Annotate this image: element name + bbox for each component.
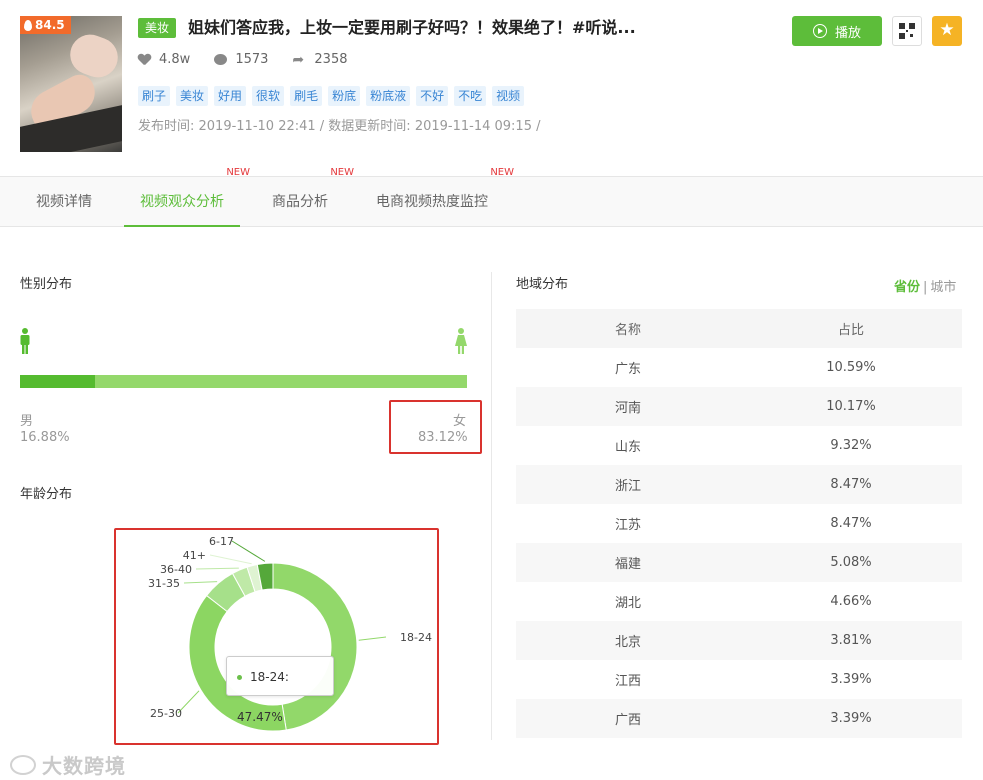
active-tab-indicator — [124, 225, 240, 227]
tag-item[interactable]: 粉底液 — [366, 86, 411, 106]
flame-icon — [24, 19, 32, 31]
table-row: 湖北 4.66% — [516, 582, 962, 621]
tab-video-detail[interactable]: 视频详情 — [36, 177, 92, 227]
video-thumbnail[interactable] — [20, 16, 122, 152]
video-meta: 发布时间: 2019-11-10 22:41 / 数据更新时间: 2019-11… — [138, 119, 541, 134]
region-name: 北京 — [516, 621, 740, 660]
column-header-name: 名称 — [516, 309, 740, 348]
gender-title: 性别分布 — [20, 277, 73, 292]
tag-list: 刷子 美妆 好用 很软 刷毛 粉底 粉底液 不好 不吃 视频 — [138, 86, 525, 106]
heat-badge: 84.5 — [20, 16, 71, 34]
tag-item[interactable]: 粉底 — [328, 86, 361, 106]
table-row: 广东 10.59% — [516, 348, 962, 387]
female-icon — [455, 328, 467, 354]
play-button[interactable]: 播放 — [792, 16, 882, 46]
switch-city[interactable]: 城市 — [930, 280, 956, 295]
category-tag: 美妆 — [138, 18, 177, 38]
comment-icon — [214, 54, 228, 65]
tab-bar: 视频详情 视频观众分析 NEW 商品分析 NEW 电商视频热度监控 NEW — [0, 167, 983, 227]
tag-item[interactable]: 视频 — [492, 86, 525, 106]
region-name: 山东 — [614, 440, 641, 455]
tag-item[interactable]: 刷毛 — [290, 86, 323, 106]
region-ratio: 4.66% — [830, 594, 872, 609]
table-row: 江苏 8.47% — [516, 504, 962, 543]
play-icon — [812, 24, 827, 38]
tag-item[interactable]: 很软 — [252, 86, 285, 106]
likes-count: 4.8w — [159, 52, 191, 67]
video-title[interactable]: 姐妹们答应我，上妆一定要用刷子好吗？！效果绝了！#听说... — [188, 16, 636, 40]
section-divider — [491, 272, 492, 740]
table-row: 福建 5.08% — [516, 543, 962, 582]
tag-item[interactable]: 美妆 — [176, 86, 209, 106]
tab-audience-analysis[interactable]: 视频观众分析 NEW — [140, 167, 250, 227]
age-title: 年龄分布 — [20, 487, 73, 502]
table-row: 浙江 8.47% — [516, 465, 962, 504]
table-row: 山东 9.32% — [516, 426, 962, 465]
gender-bar — [20, 375, 467, 388]
female-highlight-box — [389, 400, 482, 454]
region-name: 湖北 — [614, 596, 641, 611]
tooltip-dot — [237, 675, 242, 680]
comments-count: 1573 — [235, 52, 269, 67]
share-icon: ➦ — [292, 51, 305, 68]
star-icon: ★ — [939, 20, 955, 40]
favorite-button[interactable]: ★ — [932, 16, 962, 46]
male-label: 男 — [20, 414, 34, 429]
region-ratio: 3.81% — [740, 621, 962, 660]
column-header-ratio: 占比 — [740, 309, 962, 348]
region-title: 地域分布 — [516, 277, 569, 292]
heat-score: 84.5 — [35, 18, 65, 32]
region-ratio: 3.39% — [830, 672, 872, 687]
play-label: 播放 — [834, 25, 861, 41]
table-row: 河南 10.17% — [516, 387, 962, 426]
region-name: 河南 — [516, 387, 740, 426]
tag-item[interactable]: 好用 — [214, 86, 247, 106]
region-ratio: 8.47% — [830, 516, 872, 531]
gender-bar-male — [20, 375, 96, 388]
chart-tooltip: 18-24: 47.47% — [226, 656, 334, 724]
male-value: 16.88% — [20, 430, 70, 445]
tab-ecommerce-heat[interactable]: 电商视频热度监控 NEW — [376, 167, 514, 227]
region-name: 广西 — [516, 699, 740, 738]
tag-item[interactable]: 刷子 — [138, 86, 171, 106]
region-name: 浙江 — [516, 465, 740, 504]
qrcode-icon — [899, 23, 915, 39]
region-name: 广东 — [614, 362, 641, 377]
male-icon — [20, 328, 30, 354]
region-ratio: 5.08% — [740, 543, 962, 582]
switch-province[interactable]: 省份 — [894, 280, 920, 295]
region-name: 江苏 — [614, 518, 641, 533]
table-row: 广西 3.39% — [516, 699, 962, 738]
shares-count: 2358 — [314, 52, 348, 67]
region-name: 福建 — [516, 543, 740, 582]
table-row: 江西 3.39% — [516, 660, 962, 699]
region-switch: 省份 | 城市 — [894, 280, 957, 295]
region-ratio: 3.39% — [740, 699, 962, 738]
region-ratio: 8.47% — [740, 465, 962, 504]
qrcode-button[interactable] — [892, 16, 922, 46]
heart-icon — [138, 54, 151, 66]
region-ratio: 10.17% — [740, 387, 962, 426]
table-row: 北京 3.81% — [516, 621, 962, 660]
region-name: 江西 — [614, 674, 641, 689]
region-table: 名称 占比 广东 10.59% 河南 10.17% 山东 9.32% 浙江 8.47% 江苏 8.… — [516, 309, 962, 738]
tab-product-analysis[interactable]: 商品分析 NEW — [272, 167, 354, 227]
video-stats: 4.8w 1573 ➦ 2358 — [138, 52, 348, 67]
watermark-logo — [10, 754, 36, 775]
region-ratio: 9.32% — [830, 438, 872, 453]
tag-item[interactable]: 不好 — [416, 86, 449, 106]
region-ratio: 10.59% — [826, 360, 876, 375]
watermark: 大数跨境 — [10, 750, 126, 779]
tag-item[interactable]: 不吃 — [454, 86, 487, 106]
